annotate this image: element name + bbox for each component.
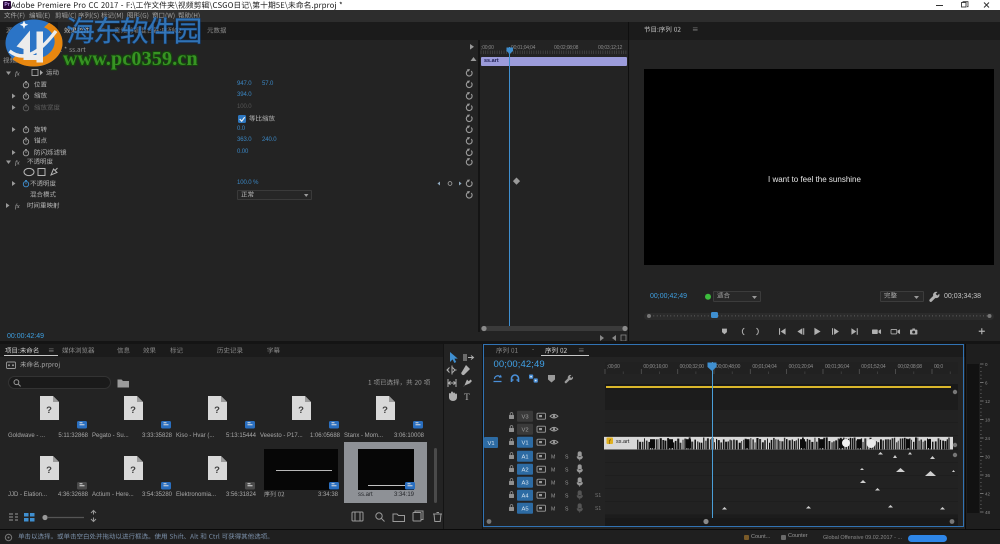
- svg-text:30: 30: [985, 455, 991, 460]
- svg-text:18: 18: [985, 418, 991, 423]
- svg-text:48: 48: [985, 510, 991, 515]
- svg-text:0: 0: [985, 362, 988, 367]
- svg-text:42: 42: [985, 492, 991, 497]
- svg-text:24: 24: [985, 436, 991, 441]
- svg-text:6: 6: [985, 381, 988, 386]
- svg-text:12: 12: [985, 399, 991, 404]
- svg-text:36: 36: [985, 473, 991, 478]
